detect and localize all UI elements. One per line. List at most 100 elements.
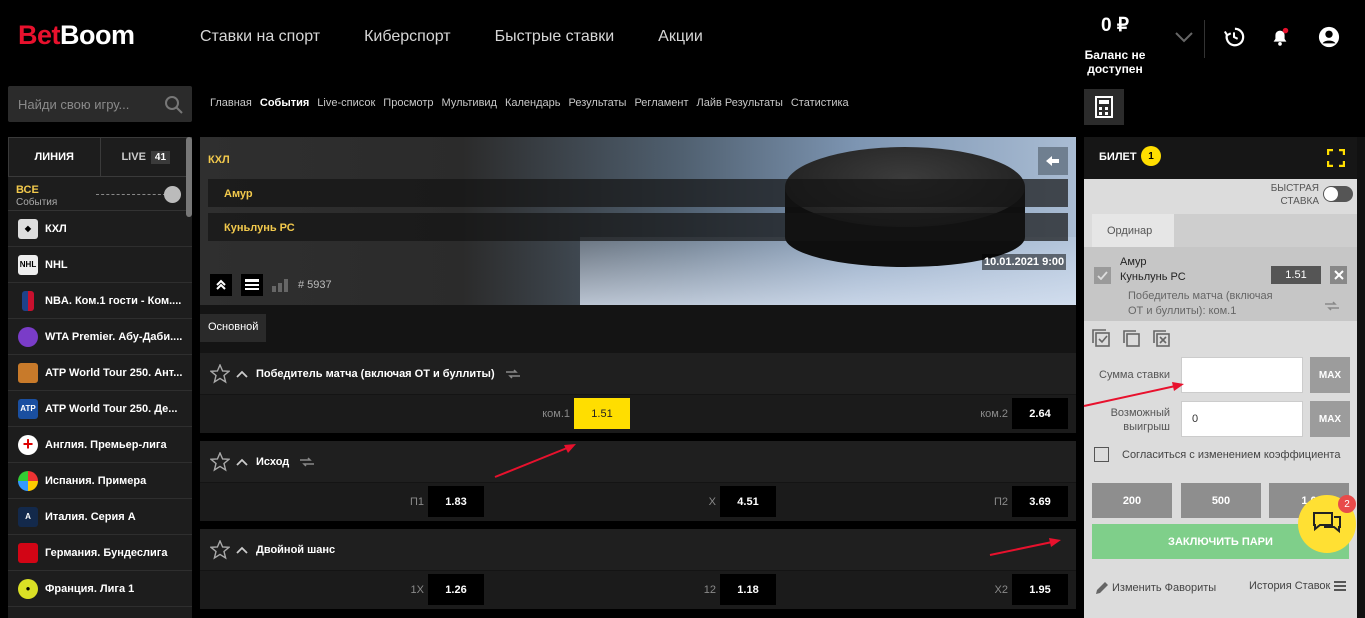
sidebar-item-khl[interactable]: ◆ КХЛ xyxy=(8,211,192,247)
league-name[interactable]: КХЛ xyxy=(208,154,230,166)
edit-favorites-link[interactable]: Изменить Фавориты xyxy=(1094,580,1216,596)
accept-odds-checkbox[interactable] xyxy=(1094,447,1109,462)
star-icon[interactable] xyxy=(210,451,230,472)
search-icon[interactable] xyxy=(164,95,184,115)
list-view-button[interactable] xyxy=(241,274,263,296)
crumb-rules[interactable]: Регламент xyxy=(634,97,688,109)
chevron-up-icon[interactable] xyxy=(236,370,248,378)
win-max-button[interactable]: MAX xyxy=(1310,401,1350,437)
tab-line-label: ЛИНИЯ xyxy=(34,151,74,163)
sidebar-item-atp-250-de[interactable]: ATP ATP World Tour 250. Де... xyxy=(8,391,192,427)
balance-status: Баланс не доступен xyxy=(1084,48,1146,76)
copy-icon[interactable] xyxy=(1122,329,1142,349)
chat-button[interactable]: 2 xyxy=(1298,495,1356,553)
odd-button[interactable]: 2.64 xyxy=(1012,398,1068,429)
bet-checkbox[interactable] xyxy=(1094,267,1111,284)
time-slider-handle[interactable] xyxy=(164,186,181,203)
crumb-view[interactable]: Просмотр xyxy=(383,97,433,109)
balance[interactable]: 0 ₽ Баланс не доступен xyxy=(1060,14,1170,76)
quick-amount-200[interactable]: 200 xyxy=(1092,483,1172,518)
odd-button[interactable]: 1.26 xyxy=(428,574,484,605)
outcomes-row: П1 1.83 X 4.51 П2 3.69 xyxy=(200,483,1076,521)
tab-live[interactable]: LIVE 41 xyxy=(99,138,192,176)
sidebar-item-laliga[interactable]: Испания. Примера xyxy=(8,463,192,499)
crumb-events[interactable]: События xyxy=(260,97,309,109)
all-events-filter[interactable]: ВСЕ События xyxy=(8,177,192,211)
crumb-live-results[interactable]: Лайв Результаты xyxy=(697,97,783,109)
tab-live-label: LIVE xyxy=(121,151,146,163)
logo[interactable]: BetBoom xyxy=(18,20,135,51)
express-icon xyxy=(505,368,520,379)
accept-odds-change[interactable]: Согласиться с изменением коэффициента xyxy=(1094,447,1340,462)
sidebar-item-nba[interactable]: NBA. Ком.1 гости - Ком.... xyxy=(8,283,192,319)
nav-fast-bets[interactable]: Быстрые ставки xyxy=(495,28,615,46)
outcome-label: 1X xyxy=(410,584,424,596)
logo-part1: Bet xyxy=(18,20,61,50)
history-icon[interactable] xyxy=(1223,26,1245,48)
crumb-results[interactable]: Результаты xyxy=(569,97,627,109)
edit-favorites-label: Изменить Фавориты xyxy=(1112,582,1217,594)
calculator-button[interactable] xyxy=(1084,89,1124,125)
search-input[interactable]: Найди свою игру... xyxy=(8,86,192,122)
odd-button[interactable]: 1.18 xyxy=(720,574,776,605)
collapse-button[interactable] xyxy=(210,274,232,296)
chevron-up-icon[interactable] xyxy=(236,546,248,554)
bet-history-link[interactable]: История Ставок xyxy=(1249,580,1347,592)
crumb-home[interactable]: Главная xyxy=(210,97,252,109)
odd-button[interactable]: 4.51 xyxy=(720,486,776,517)
breadcrumb: Главная События Live-список Просмотр Мул… xyxy=(210,97,849,109)
odd-button[interactable]: 1.83 xyxy=(428,486,484,517)
sidebar-item-epl[interactable]: + Англия. Премьер-лига xyxy=(8,427,192,463)
back-button[interactable] xyxy=(1038,147,1068,175)
nav-promotions[interactable]: Акции xyxy=(658,28,703,46)
sidebar-item-atp-250-ant[interactable]: ATP World Tour 250. Ант... xyxy=(8,355,192,391)
select-all-icon[interactable] xyxy=(1092,329,1112,349)
bet-slip-header: БИЛЕТ 1 xyxy=(1084,137,1357,179)
tab-strip xyxy=(1174,214,1357,247)
all-sub-label: События xyxy=(16,197,58,208)
tab-main[interactable]: Основной xyxy=(200,314,267,342)
edit-icon xyxy=(1096,582,1108,594)
tab-line[interactable]: ЛИНИЯ xyxy=(9,138,100,176)
stake-max-button[interactable]: MAX xyxy=(1310,357,1350,393)
stake-input[interactable] xyxy=(1181,357,1303,393)
delete-all-icon[interactable] xyxy=(1152,329,1172,349)
bell-icon[interactable] xyxy=(1269,26,1291,48)
sidebar-tabs: ЛИНИЯ LIVE 41 xyxy=(8,137,192,177)
sidebar-item-ligue1[interactable]: ● Франция. Лига 1 xyxy=(8,571,192,607)
statistics-icon[interactable] xyxy=(272,278,292,292)
atp-cup-icon xyxy=(18,362,38,383)
odd-button-selected[interactable]: 1.51 xyxy=(574,398,630,429)
chevron-down-icon[interactable] xyxy=(1174,30,1194,44)
star-icon[interactable] xyxy=(210,363,230,384)
sidebar-item-seriea[interactable]: A Италия. Серия А xyxy=(8,499,192,535)
crumb-live-list[interactable]: Live-список xyxy=(317,97,375,109)
sidebar-item-bundesliga[interactable]: Германия. Бундеслига xyxy=(8,535,192,571)
sidebar-item-nhl[interactable]: NHL NHL xyxy=(8,247,192,283)
market-header[interactable]: Двойной шанс xyxy=(200,529,1076,571)
potential-win-label: Возможный выигрыш xyxy=(1090,406,1170,434)
time-slider-track[interactable] xyxy=(96,194,166,195)
remove-bet-button[interactable] xyxy=(1330,266,1347,284)
user-icon[interactable] xyxy=(1318,26,1340,48)
crumb-statistics[interactable]: Статистика xyxy=(791,97,849,109)
market-header[interactable]: Исход xyxy=(200,441,1076,483)
star-icon[interactable] xyxy=(210,539,230,560)
tab-single[interactable]: Ординар xyxy=(1092,214,1174,247)
crumb-calendar[interactable]: Календарь xyxy=(505,97,561,109)
outcome-label: X xyxy=(708,496,716,508)
sidebar-scrollbar[interactable] xyxy=(186,137,192,217)
nav-esports[interactable]: Киберспорт xyxy=(364,28,450,46)
fast-bet-toggle[interactable] xyxy=(1323,186,1353,202)
odd-button[interactable]: 3.69 xyxy=(1012,486,1068,517)
market-header[interactable]: Победитель матча (включая ОТ и буллиты) xyxy=(200,353,1076,395)
nav-sports[interactable]: Ставки на спорт xyxy=(200,28,320,46)
sidebar-item-wta[interactable]: WTA Premier. Абу-Даби.... xyxy=(8,319,192,355)
quick-amount-500[interactable]: 500 xyxy=(1181,483,1261,518)
expand-icon[interactable] xyxy=(1327,149,1345,167)
sidebar-item-label: Германия. Бундеслига xyxy=(45,546,168,559)
chevron-up-icon[interactable] xyxy=(236,458,248,466)
right-scrollbar[interactable] xyxy=(1357,137,1365,618)
crumb-multiview[interactable]: Мультивид xyxy=(442,97,497,109)
odd-button[interactable]: 1.95 xyxy=(1012,574,1068,605)
